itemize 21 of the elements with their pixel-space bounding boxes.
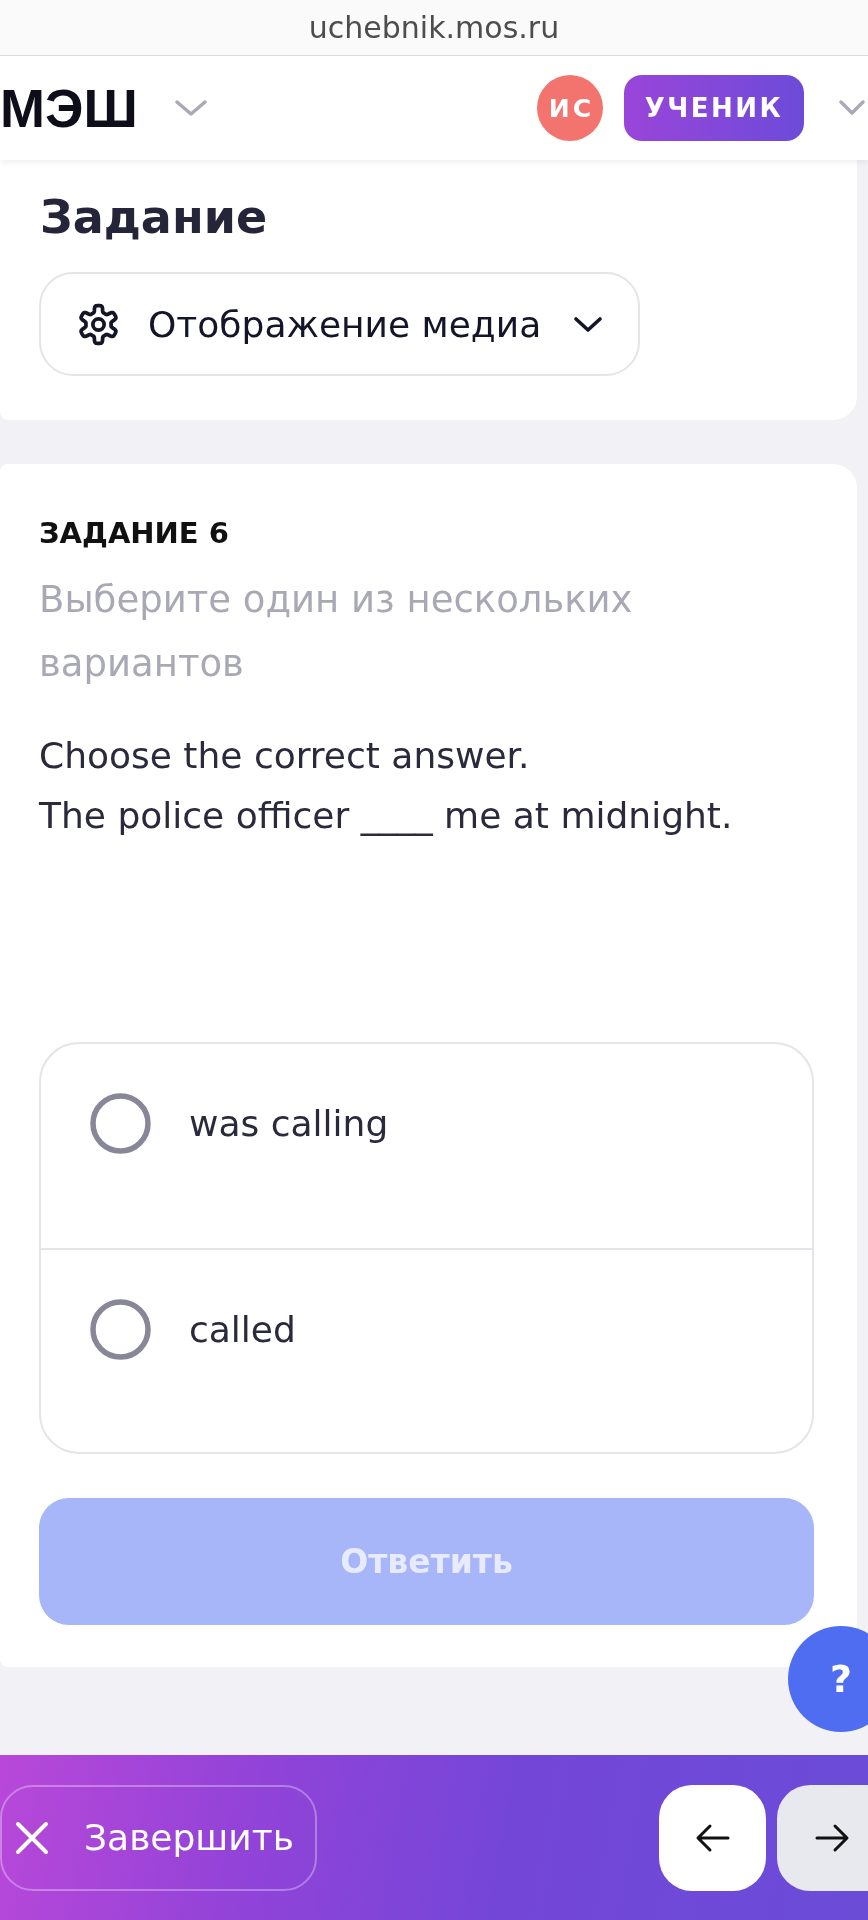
finish-button[interactable]: Завершить	[0, 1784, 317, 1891]
radio-button-icon[interactable]	[90, 1299, 151, 1360]
answer-option[interactable]: called	[41, 1248, 812, 1452]
media-display-button[interactable]: Отображение медиа	[39, 272, 640, 376]
gear-icon	[76, 301, 121, 347]
page-title: Задание	[40, 189, 269, 246]
chevron-down-icon	[573, 315, 604, 333]
help-button[interactable]: ?	[788, 1626, 868, 1732]
answer-option[interactable]: was calling	[41, 1044, 812, 1248]
back-button[interactable]	[659, 1784, 766, 1891]
question-prompt: Choose the correct answer.	[39, 734, 531, 778]
close-icon	[14, 1819, 50, 1856]
task-number: ЗАДАНИЕ 6	[39, 515, 230, 551]
logo[interactable]: МЭШ	[0, 78, 138, 138]
url-text[interactable]: uchebnik.mos.ru	[308, 7, 560, 48]
task-instruction: Выберите один из нескольких вариантов	[39, 577, 634, 687]
chevron-down-icon[interactable]	[173, 99, 208, 117]
role-button[interactable]: УЧЕНИК	[624, 75, 804, 141]
chevron-down-icon[interactable]	[838, 99, 866, 117]
radio-button-icon[interactable]	[90, 1093, 151, 1154]
question-sentence: The police officer ____ me at midnight.	[39, 794, 734, 838]
